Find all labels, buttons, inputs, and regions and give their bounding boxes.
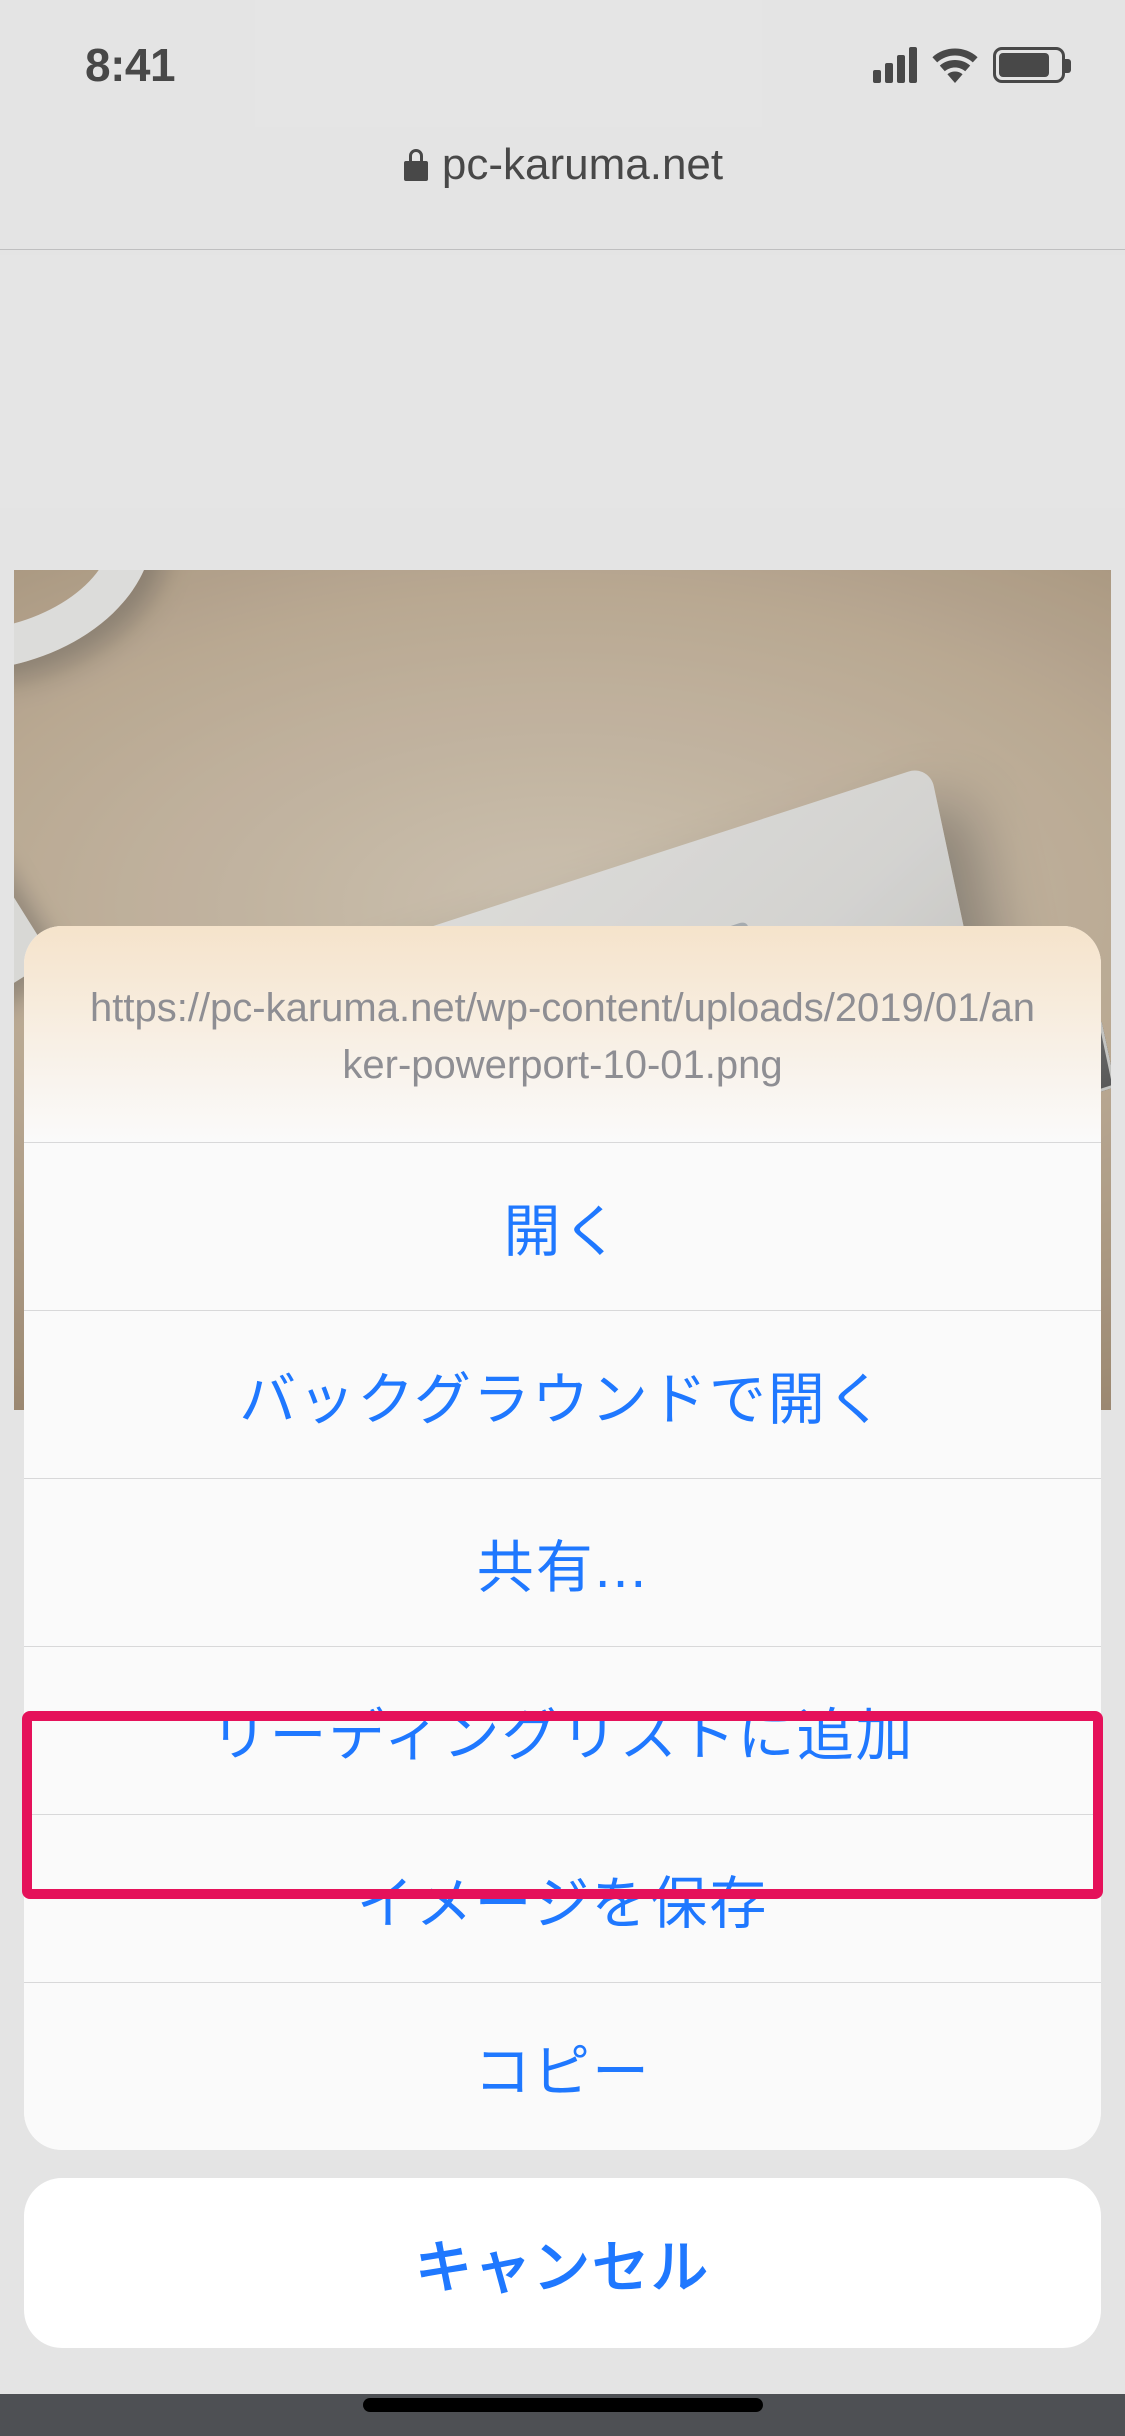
- action-share[interactable]: 共有...: [24, 1478, 1101, 1646]
- home-indicator[interactable]: [363, 2398, 763, 2412]
- action-copy[interactable]: コピー: [24, 1982, 1101, 2150]
- action-open[interactable]: 開く: [24, 1142, 1101, 1310]
- action-sheet-header: https://pc-karuma.net/wp-content/uploads…: [24, 926, 1101, 1142]
- action-save-image[interactable]: イメージを保存: [24, 1814, 1101, 1982]
- action-add-to-reading-list[interactable]: リーディングリストに追加: [24, 1646, 1101, 1814]
- screen: 8:41 pc-karuma.net ANKER: [0, 0, 1125, 2436]
- action-sheet-panel: https://pc-karuma.net/wp-content/uploads…: [24, 926, 1101, 2150]
- action-open-in-background[interactable]: バックグラウンドで開く: [24, 1310, 1101, 1478]
- cancel-button[interactable]: キャンセル: [24, 2178, 1101, 2348]
- action-sheet-url: https://pc-karuma.net/wp-content/uploads…: [84, 980, 1041, 1094]
- action-sheet: https://pc-karuma.net/wp-content/uploads…: [24, 926, 1101, 2348]
